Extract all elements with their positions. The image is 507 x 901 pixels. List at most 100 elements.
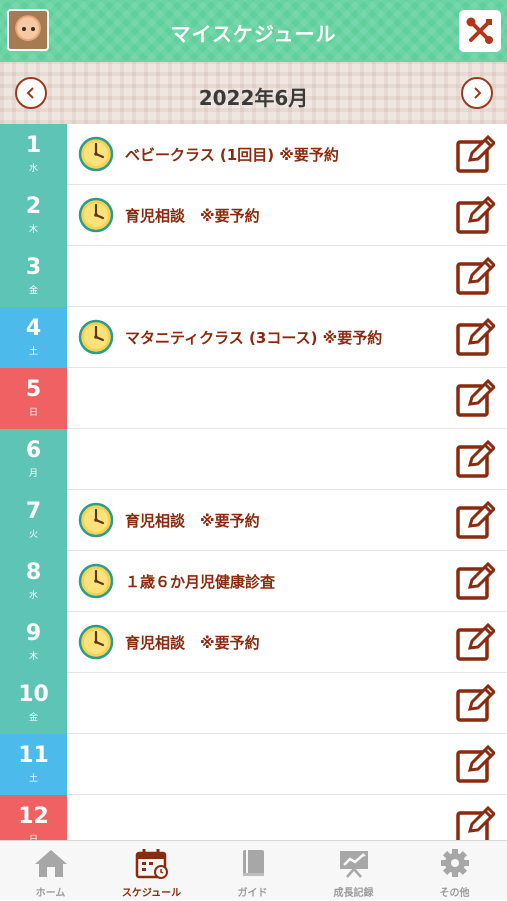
edit-icon [456, 317, 497, 356]
date-box: 10 金 [0, 673, 67, 734]
tab-growth-record[interactable]: 成長記録 [303, 841, 404, 901]
date-box: 12 日 [0, 795, 67, 840]
edit-icon [456, 256, 497, 295]
tab-home[interactable]: ホーム [0, 841, 101, 901]
date-number: 9 [25, 621, 42, 646]
clock-icon [78, 319, 114, 355]
edit-icon [456, 683, 497, 722]
tab-schedule[interactable]: スケジュール [101, 841, 202, 901]
chevron-right-icon [474, 87, 482, 99]
event-title[interactable]: 育児相談 ※要予約 [125, 205, 260, 226]
schedule-row[interactable]: 10 金 [0, 673, 507, 734]
tab-label: ホーム [35, 888, 66, 899]
event-title[interactable]: 育児相談 ※要予約 [125, 632, 260, 653]
calendar-icon [135, 849, 168, 879]
edit-button[interactable] [455, 561, 497, 602]
event-title[interactable]: ベビークラス (1回目) ※要予約 [125, 144, 339, 165]
schedule-row[interactable]: 12 日 [0, 795, 507, 840]
date-number: 8 [25, 560, 42, 585]
edit-icon [456, 744, 497, 783]
settings-tools-button[interactable] [459, 10, 501, 52]
schedule-row[interactable]: 8 水 １歳６か月児健康診査 [0, 551, 507, 612]
schedule-row[interactable]: 6月 [0, 429, 507, 490]
edit-button[interactable] [455, 744, 497, 785]
clock-icon [78, 563, 114, 599]
edit-icon [456, 622, 497, 661]
date-number: 1 [25, 133, 42, 158]
edit-button[interactable] [455, 500, 497, 541]
edit-button[interactable] [455, 256, 497, 297]
book-icon [243, 850, 264, 876]
schedule-list[interactable]: 1 水ベビークラス (1回目) ※要予約 2 木育児相談 ※要予約 3 金 4 土マタニティク… [0, 124, 507, 840]
date-number: 11 [18, 743, 49, 768]
next-month-button[interactable] [461, 77, 493, 109]
schedule-row[interactable]: 1 水ベビークラス (1回目) ※要予約 [0, 124, 507, 185]
date-box: 3金 [0, 246, 67, 307]
tab-label: ガイド [237, 888, 268, 899]
edit-button[interactable] [455, 317, 497, 358]
day-of-week: 土 [28, 347, 38, 357]
tab-guide[interactable]: ガイド [202, 841, 303, 901]
schedule-row[interactable]: 11 土 [0, 734, 507, 795]
clock-icon [78, 197, 114, 233]
date-box: 4土 [0, 307, 67, 368]
edit-button[interactable] [455, 805, 497, 840]
month-title: 2022年6月 [198, 86, 309, 110]
date-number: 3 [25, 255, 42, 280]
growth-record-icon [340, 851, 368, 878]
schedule-row[interactable]: 4 土 マタニティクラス (3コース) ※要予約 [0, 307, 507, 368]
event-title[interactable]: マタニティクラス (3コース) ※要予約 [125, 327, 382, 348]
date-box: 2木 [0, 185, 67, 246]
event-clock [78, 624, 114, 664]
edit-button[interactable] [455, 683, 497, 724]
clock-icon [78, 136, 114, 172]
date-number: 2 [25, 194, 42, 219]
edit-icon [456, 378, 497, 417]
edit-button[interactable] [455, 134, 497, 175]
event-clock [78, 319, 114, 359]
home-icon [35, 850, 67, 877]
day-of-week: 水 [28, 164, 38, 174]
edit-icon [456, 805, 497, 840]
schedule-row[interactable]: 5日 [0, 368, 507, 429]
edit-button[interactable] [455, 622, 497, 663]
day-of-week: 金 [28, 713, 38, 723]
date-box: 8水 [0, 551, 67, 612]
date-box: 7火 [0, 490, 67, 551]
day-of-week: 日 [28, 408, 38, 418]
event-clock [78, 563, 114, 603]
tab-bar: ホーム スケジュール ガイド 成長記録 その他 [0, 840, 507, 900]
date-box: 5日 [0, 368, 67, 429]
edit-icon [456, 500, 497, 539]
gear-icon [441, 849, 469, 877]
edit-icon [456, 439, 497, 478]
schedule-row[interactable]: 7 火 育児相談 ※要予約 [0, 490, 507, 551]
edit-button[interactable] [455, 378, 497, 419]
date-box: 9木 [0, 612, 67, 673]
date-box: 1水 [0, 124, 67, 185]
tools-icon [466, 17, 493, 44]
date-number: 6 [25, 438, 42, 463]
day-of-week: 金 [28, 286, 38, 296]
tab-label: その他 [439, 888, 470, 899]
date-number: 7 [25, 499, 42, 524]
edit-button[interactable] [455, 439, 497, 480]
event-title[interactable]: 育児相談 ※要予約 [125, 510, 260, 531]
edit-icon [456, 561, 497, 600]
clock-icon [78, 624, 114, 660]
tab-other[interactable]: その他 [404, 841, 505, 901]
month-bar: 2022年6月 [0, 62, 507, 124]
edit-icon [456, 134, 497, 173]
schedule-row[interactable]: 9 木 育児相談 ※要予約 [0, 612, 507, 673]
day-of-week: 月 [28, 469, 38, 479]
date-box: 6月 [0, 429, 67, 490]
edit-button[interactable] [455, 195, 497, 236]
schedule-row[interactable]: 3金 [0, 246, 507, 307]
event-title[interactable]: １歳６か月児健康診査 [125, 571, 275, 592]
date-number: 10 [18, 682, 49, 707]
app-header: マイスケジュール [0, 0, 507, 62]
edit-icon [456, 195, 497, 234]
date-number: 12 [18, 804, 49, 829]
tab-label: スケジュール [121, 888, 182, 899]
schedule-row[interactable]: 2 木 育児相談 ※要予約 [0, 185, 507, 246]
